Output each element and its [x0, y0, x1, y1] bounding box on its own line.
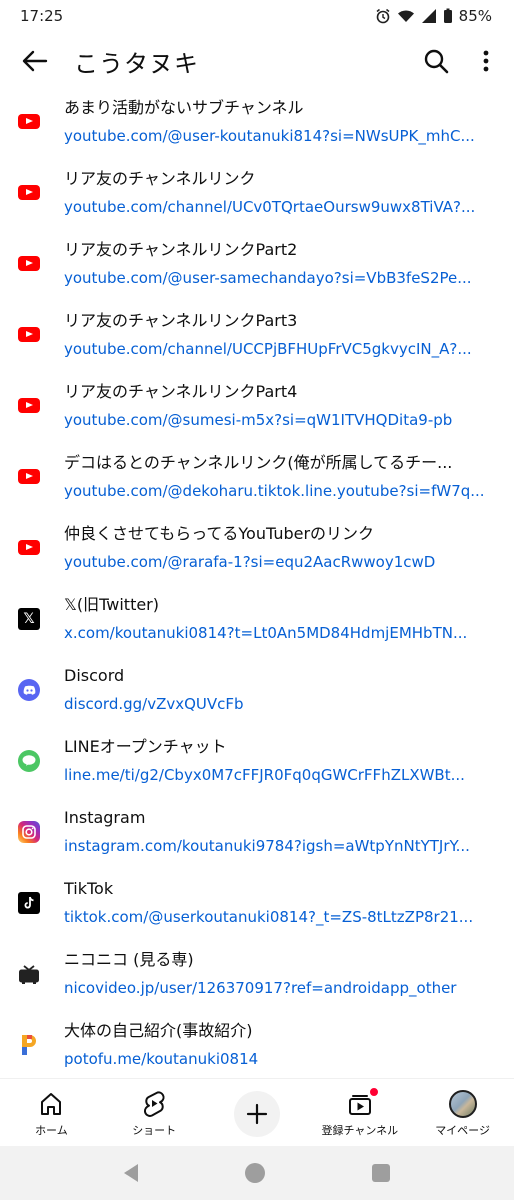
nav-subscriptions[interactable]: 登録チャンネル — [308, 1079, 411, 1146]
list-item[interactable]: リア友のチャンネルリンク youtube.com/channel/UCv0TQr… — [0, 157, 514, 228]
list-item[interactable]: 𝕏 𝕏(旧Twitter) x.com/koutanuki0814?t=Lt0A… — [0, 583, 514, 654]
youtube-icon — [18, 398, 40, 413]
link-title: 大体の自己紹介(事故紹介) — [64, 1020, 253, 1040]
search-icon — [424, 49, 449, 74]
wifi-icon — [397, 10, 414, 22]
nav-create[interactable] — [206, 1079, 309, 1146]
nav-shorts[interactable]: ショート — [103, 1079, 206, 1146]
link-title: 仲良くさせてもらってるYouTuberのリンク — [64, 523, 375, 543]
list-item[interactable]: リア友のチャンネルリンクPart4 youtube.com/@sumesi-m5… — [0, 370, 514, 441]
link-title: リア友のチャンネルリンクPart4 — [64, 381, 298, 401]
system-recents-icon[interactable] — [372, 1164, 391, 1182]
link-title: リア友のチャンネルリンクPart2 — [64, 239, 298, 259]
plus-icon — [246, 1103, 268, 1125]
notification-dot — [368, 1087, 379, 1097]
nav-mypage-label: マイページ — [435, 1124, 490, 1137]
status-icons: 85% — [375, 7, 492, 25]
list-item[interactable]: TikTok tiktok.com/@userkoutanuki0814?_t=… — [0, 867, 514, 938]
link-title: 𝕏(旧Twitter) — [64, 594, 160, 614]
link-title: リア友のチャンネルリンクPart3 — [64, 310, 298, 330]
more-options-button[interactable] — [464, 32, 508, 90]
system-navigation-bar — [0, 1146, 514, 1200]
system-home-icon[interactable] — [244, 1163, 265, 1183]
battery-percent: 85% — [458, 7, 492, 25]
page-title: こうタヌキ — [74, 49, 199, 78]
link-title: Discord — [64, 665, 125, 685]
link-title: リア友のチャンネルリンク — [64, 168, 256, 188]
link-url[interactable]: x.com/koutanuki0814?t=Lt0An5MD84HdmjEMHb… — [64, 622, 490, 644]
link-url[interactable]: instagram.com/koutanuki9784?igsh=aWtpYnN… — [64, 835, 490, 857]
youtube-icon — [18, 185, 40, 200]
youtube-icon — [18, 540, 40, 555]
status-time: 17:25 — [20, 7, 64, 25]
search-button[interactable] — [408, 32, 464, 90]
list-item[interactable]: デコはるとのチャンネルリンク(俺が所属してるチー... youtube.com/… — [0, 441, 514, 512]
nav-home-label: ホーム — [35, 1124, 68, 1137]
potofu-icon — [18, 1033, 40, 1057]
nav-shorts-label: ショート — [132, 1124, 177, 1137]
x-icon: 𝕏 — [18, 607, 40, 630]
instagram-icon — [18, 820, 40, 843]
link-url[interactable]: youtube.com/channel/UCCPjBFHUpFrVC5gkvyc… — [64, 338, 490, 360]
list-item[interactable]: リア友のチャンネルリンクPart2 youtube.com/@user-same… — [0, 228, 514, 299]
alarm-icon — [376, 8, 390, 24]
link-url[interactable]: youtube.com/channel/UCv0TQrtaeOursw9uwx8… — [64, 196, 490, 218]
youtube-icon — [18, 327, 40, 342]
app-bar: こうタヌキ — [0, 32, 514, 90]
link-url[interactable]: potofu.me/koutanuki0814 — [64, 1048, 490, 1070]
list-item[interactable]: LINEオープンチャット line.me/ti/g2/Cbyx0M7cFFJR0… — [0, 725, 514, 796]
link-title: TikTok — [64, 878, 114, 898]
list-item[interactable]: Instagram instagram.com/koutanuki9784?ig… — [0, 796, 514, 867]
subscriptions-icon — [348, 1095, 371, 1115]
link-title: Instagram — [64, 807, 146, 827]
link-url[interactable]: discord.gg/vZvxQUVcFb — [64, 693, 490, 715]
create-button[interactable] — [233, 1091, 280, 1137]
link-url[interactable]: tiktok.com/@userkoutanuki0814?_t=ZS-8tLt… — [64, 906, 490, 928]
link-url[interactable]: line.me/ti/g2/Cbyx0M7cFFJR0Fq0qGWCrFFhZL… — [64, 764, 490, 786]
link-url[interactable]: youtube.com/@rarafa-1?si=equ2AacRwwoy1cw… — [64, 551, 490, 573]
youtube-icon — [18, 256, 40, 271]
link-url[interactable]: youtube.com/@user-samechandayo?si=VbB3fe… — [64, 267, 490, 289]
back-button[interactable] — [0, 32, 70, 90]
battery-icon — [443, 8, 452, 23]
list-item[interactable]: ニコニコ (見る専) nicovideo.jp/user/126370917?r… — [0, 938, 514, 1009]
link-title: LINEオープンチャット — [64, 736, 227, 756]
youtube-icon — [18, 114, 40, 129]
link-title: デコはるとのチャンネルリンク(俺が所属してるチー... — [64, 452, 453, 472]
arrow-back-icon — [22, 50, 48, 72]
list-item[interactable]: リア友のチャンネルリンクPart3 youtube.com/channel/UC… — [0, 299, 514, 370]
discord-icon — [18, 678, 40, 701]
link-title: あまり活動がないサブチャンネル — [64, 97, 304, 117]
nav-mypage[interactable]: マイページ — [411, 1079, 514, 1146]
signal-icon — [421, 9, 436, 23]
niconico-icon — [18, 964, 40, 984]
link-url[interactable]: nicovideo.jp/user/126370917?ref=androida… — [64, 977, 490, 999]
home-icon — [41, 1093, 62, 1115]
bottom-navigation: ホーム ショート 登録チャンネル マイページ — [0, 1078, 514, 1146]
list-item[interactable]: 大体の自己紹介(事故紹介) potofu.me/koutanuki0814 — [0, 1009, 514, 1080]
link-url[interactable]: youtube.com/@sumesi-m5x?si=qW1ITVHQDita9… — [64, 409, 490, 431]
status-bar: 17:25 85% — [0, 0, 514, 32]
avatar — [448, 1090, 477, 1118]
tiktok-icon — [18, 891, 40, 914]
list-item[interactable]: 仲良くさせてもらってるYouTuberのリンク youtube.com/@rar… — [0, 512, 514, 583]
link-title: ニコニコ (見る専) — [64, 949, 194, 969]
link-url[interactable]: youtube.com/@user-koutanuki814?si=NWsUPK… — [64, 125, 490, 147]
link-url[interactable]: youtube.com/@dekoharu.tiktok.line.youtub… — [64, 480, 490, 502]
line-icon — [18, 749, 40, 772]
link-list: あまり活動がないサブチャンネル youtube.com/@user-koutan… — [0, 86, 514, 1080]
more-vert-icon — [483, 50, 489, 72]
youtube-icon — [18, 469, 40, 484]
system-back-icon[interactable] — [123, 1164, 138, 1182]
shorts-icon — [144, 1091, 165, 1117]
nav-subscriptions-label: 登録チャンネル — [321, 1124, 399, 1137]
list-item[interactable]: あまり活動がないサブチャンネル youtube.com/@user-koutan… — [0, 86, 514, 157]
nav-home[interactable]: ホーム — [0, 1079, 103, 1146]
list-item[interactable]: Discord discord.gg/vZvxQUVcFb — [0, 654, 514, 725]
